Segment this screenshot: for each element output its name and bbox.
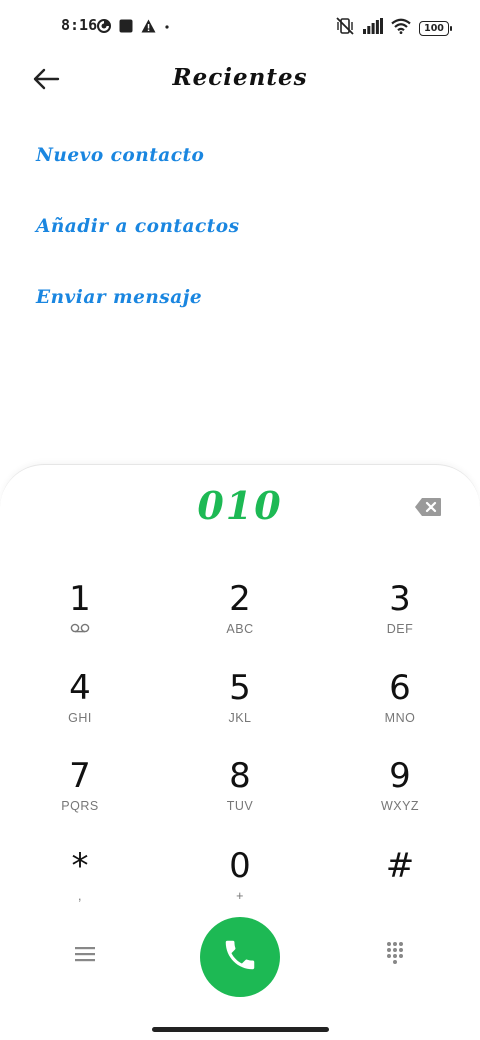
battery-indicator: 100 <box>419 20 452 36</box>
key-8[interactable]: 8 TUV <box>180 756 300 826</box>
key-letters: GHI <box>68 711 92 725</box>
key-digit: 5 <box>229 668 251 708</box>
key-digit: 3 <box>389 579 411 619</box>
key-digit: 1 <box>69 579 91 619</box>
more-notifications-dot-icon <box>164 18 170 37</box>
voicemail-icon <box>70 622 90 636</box>
key-digit: * <box>71 846 89 886</box>
key-letters: + <box>236 889 244 903</box>
backspace-icon <box>414 498 442 521</box>
key-letters: TUV <box>226 799 254 813</box>
key-digit: 2 <box>229 579 251 619</box>
key-digit: 4 <box>69 668 91 708</box>
key-digit: 9 <box>389 756 411 796</box>
top-app-bar: Recientes <box>0 56 480 106</box>
signal-icon <box>363 18 383 38</box>
add-to-contacts-link[interactable]: Añadir a contactos <box>36 216 240 237</box>
status-time: 8:16 <box>61 16 98 34</box>
status-bar: 8:16 100 <box>0 0 480 56</box>
send-message-link[interactable]: Enviar mensaje <box>36 287 202 308</box>
call-button[interactable] <box>200 917 280 997</box>
key-6[interactable]: 6 MNO <box>340 668 460 738</box>
vibrate-off-icon <box>335 17 355 39</box>
dialed-number: 010 <box>197 483 283 528</box>
status-notification-icons <box>97 18 170 37</box>
key-7[interactable]: 7 PQRS <box>20 756 140 826</box>
key-hash[interactable]: # <box>340 846 460 916</box>
wifi-icon <box>391 18 411 38</box>
key-1[interactable]: 1 <box>20 579 140 649</box>
key-digit: 7 <box>69 756 91 796</box>
backspace-button[interactable] <box>414 497 442 519</box>
status-system-icons: 100 <box>335 17 452 39</box>
key-digit: 0 <box>229 846 251 886</box>
app-notification-icon <box>119 18 133 37</box>
key-4[interactable]: 4 GHI <box>20 668 140 738</box>
dialpad-grid-icon <box>386 941 404 969</box>
key-digit: # <box>385 846 415 886</box>
page-title: Recientes <box>172 64 308 91</box>
key-5[interactable]: 5 JKL <box>180 668 300 738</box>
key-letters: ABC <box>226 622 254 636</box>
key-star[interactable]: * , <box>20 846 140 916</box>
key-0[interactable]: 0 + <box>180 846 300 916</box>
key-digit: 8 <box>229 756 251 796</box>
key-9[interactable]: 9 WXYZ <box>340 756 460 826</box>
warning-icon <box>141 18 156 37</box>
data-saver-icon <box>97 18 111 37</box>
key-3[interactable]: 3 DEF <box>340 579 460 649</box>
key-letters: WXYZ <box>380 799 420 813</box>
phone-icon <box>221 936 259 978</box>
menu-button[interactable] <box>68 941 102 971</box>
key-digit: 6 <box>389 668 411 708</box>
dialpad-panel: 010 1 2 ABC 3 DEF 4 GHI 5 JKL 6 MNO 7 PQ… <box>0 464 480 1040</box>
hamburger-menu-icon <box>75 946 95 966</box>
key-letters: PQRS <box>61 799 99 813</box>
new-contact-link[interactable]: Nuevo contacto <box>36 145 204 166</box>
key-2[interactable]: 2 ABC <box>180 579 300 649</box>
key-letters: DEF <box>386 622 414 636</box>
key-letters: MNO <box>384 711 416 725</box>
key-letters: JKL <box>228 711 252 725</box>
home-indicator[interactable] <box>152 1027 329 1032</box>
keypad-toggle-button[interactable] <box>380 939 410 971</box>
key-letters: , <box>78 889 82 903</box>
